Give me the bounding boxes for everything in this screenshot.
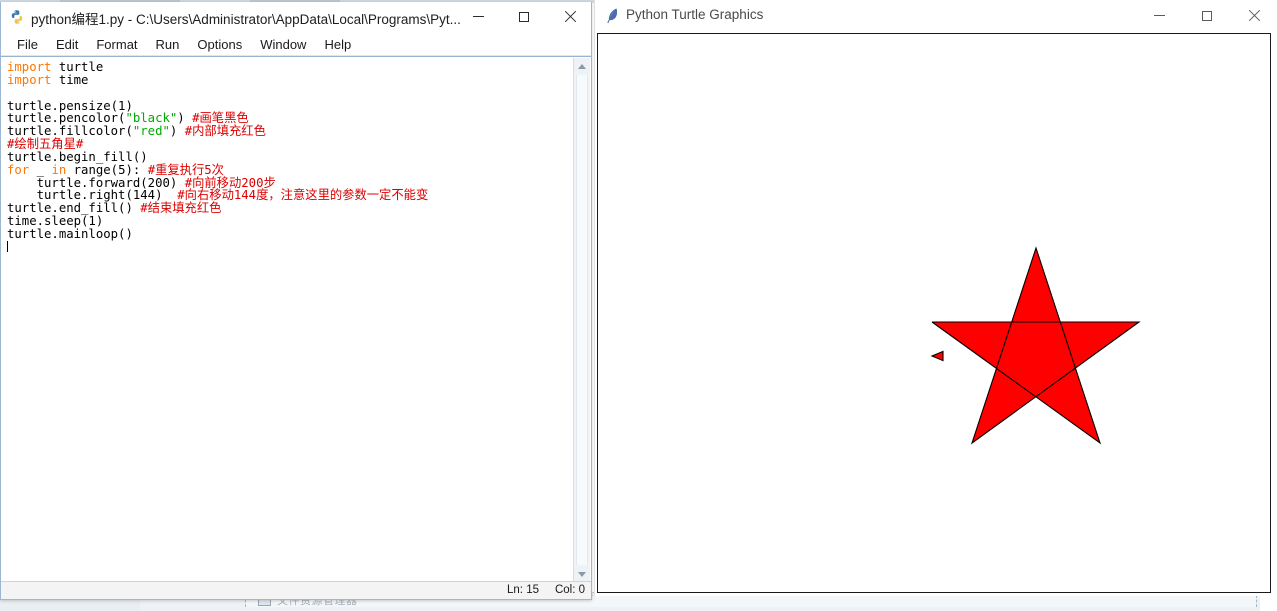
scrollbar-track[interactable] (576, 75, 588, 565)
close-icon (564, 11, 576, 23)
python-feather-icon (605, 7, 621, 24)
code-line-14: turtle.mainloop() (7, 228, 572, 241)
screen-root: 文件资源管理器 python编程1.py - C:\Users\Administ… (0, 0, 1277, 611)
editor-vertical-scrollbar[interactable] (573, 58, 590, 582)
idle-minimize-button[interactable] (455, 2, 501, 31)
python-idle-icon (9, 9, 25, 25)
idle-close-button[interactable] (547, 2, 593, 31)
minimize-icon (1154, 15, 1165, 16)
code-token: ) (169, 124, 185, 139)
turtle-cursor-icon (930, 350, 944, 362)
code-token: turtle.mainloop() (7, 226, 133, 241)
code-line-6: turtle.fillcolor("red") #内部填充红色 (7, 125, 572, 138)
scrollbar-up-arrow-button[interactable] (574, 58, 590, 74)
code-editor-text-area[interactable]: import turtle import time turtle.pensize(… (2, 58, 572, 583)
maximize-icon (519, 11, 529, 22)
code-line-2: import time (7, 72, 572, 87)
code-token: "red" (132, 124, 170, 139)
menu-item-file[interactable]: File (8, 35, 47, 54)
idle-editor-window: python编程1.py - C:\Users\Administrator\Ap… (0, 2, 592, 600)
code-caret-line (7, 240, 572, 254)
turtle-minimize-button[interactable] (1136, 0, 1183, 31)
idle-statusbar: Ln: 15 Col: 0 (1, 581, 591, 599)
maximize-icon (1201, 10, 1212, 21)
idle-window-title: python编程1.py - C:\Users\Administrator\Ap… (31, 12, 461, 27)
code-token: #内部填充红色 (184, 124, 266, 139)
turtle-titlebar[interactable]: Python Turtle Graphics (595, 0, 1277, 31)
menu-item-edit[interactable]: Edit (47, 35, 87, 54)
code-token: #结束填充红色 (140, 201, 222, 216)
status-line-number: Ln: 15 (507, 584, 539, 596)
menu-item-options[interactable]: Options (188, 35, 251, 54)
code-token: time (51, 72, 89, 87)
status-column-number: Col: 0 (554, 584, 585, 596)
turtle-drawing-canvas[interactable] (597, 33, 1271, 593)
turtle-star-drawing (930, 246, 1141, 445)
menu-item-help[interactable]: Help (315, 35, 360, 54)
code-token: import (7, 72, 52, 87)
chevron-down-icon (578, 571, 586, 577)
turtle-window-title: Python Turtle Graphics (626, 7, 764, 22)
text-caret (7, 240, 8, 252)
minimize-icon (472, 16, 484, 17)
menu-item-window[interactable]: Window (251, 35, 315, 54)
menu-item-format[interactable]: Format (87, 35, 146, 54)
turtle-graphics-window: Python Turtle Graphics (594, 0, 1277, 596)
idle-editor-body: import turtle import time turtle.pensize(… (1, 56, 591, 583)
code-line-1: import turtle (7, 61, 572, 74)
star-fill-shape (932, 248, 1139, 443)
chevron-up-icon (578, 63, 586, 69)
menu-item-run[interactable]: Run (147, 35, 189, 54)
idle-maximize-button[interactable] (501, 2, 547, 31)
turtle-maximize-button[interactable] (1183, 0, 1230, 31)
turtle-close-button[interactable] (1230, 0, 1277, 31)
close-icon (1248, 10, 1260, 22)
idle-menubar: File Edit Format Run Options Window Help (1, 33, 591, 56)
scrollbar-down-arrow-button[interactable] (574, 566, 590, 582)
idle-titlebar[interactable]: python编程1.py - C:\Users\Administrator\Ap… (1, 2, 591, 33)
